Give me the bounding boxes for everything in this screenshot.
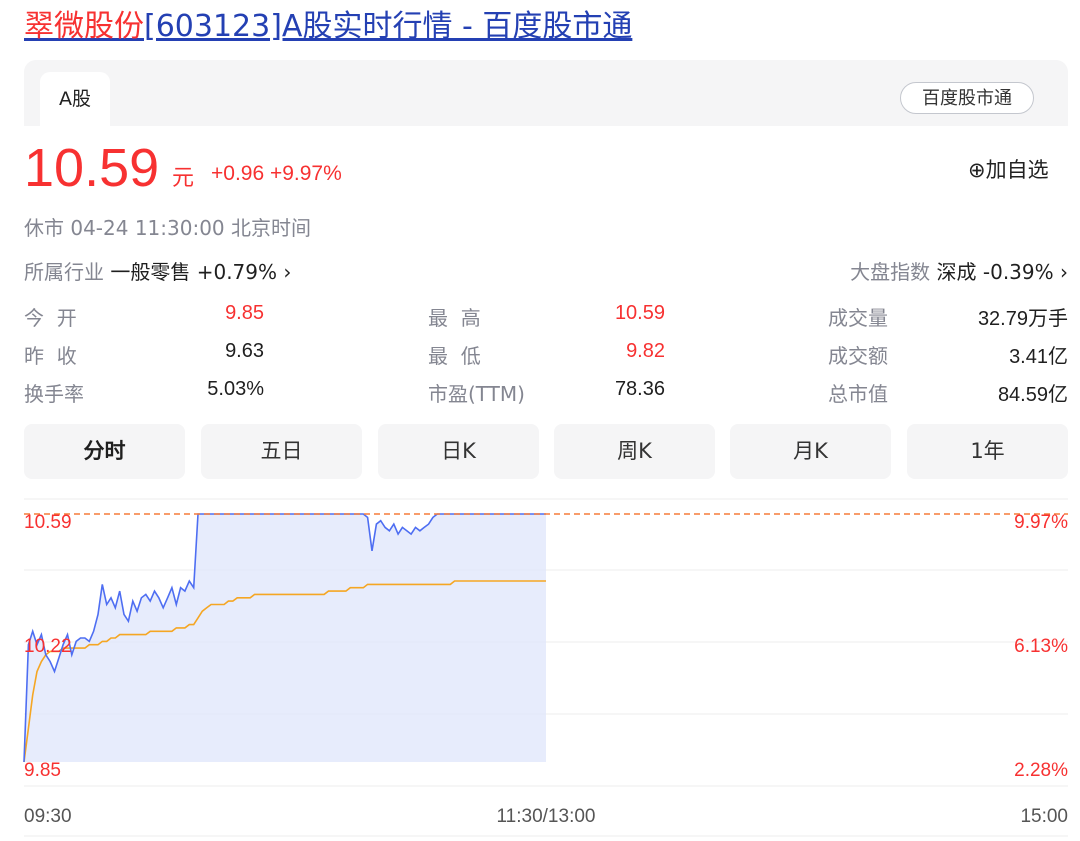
stat-label: 最 低 — [428, 344, 481, 368]
x-tick-label: 15:00 — [1020, 806, 1068, 827]
y-tick-label-right: 6.13% — [1014, 636, 1068, 657]
stat-label: 换手率 — [24, 382, 84, 406]
y-tick-label-right: 9.97% — [1014, 512, 1068, 533]
index-value[interactable]: 深成 -0.39% › — [937, 260, 1068, 284]
x-tick-label: 11:30/13:00 — [497, 806, 596, 827]
tab-weekly-k[interactable]: 周K — [554, 424, 715, 479]
stat-label: 今 开 — [24, 306, 77, 330]
source-badge[interactable]: 百度股市通 — [900, 82, 1034, 114]
intraday-chart[interactable]: 10.59 10.22 9.85 9.97% 6.13% 2.28% 09:30 11:30/… — [0, 490, 1080, 841]
current-price: 10.59 — [24, 138, 160, 198]
industry-link[interactable]: 所属行业 一般零售 +0.79% › — [24, 256, 291, 285]
stat-label: 成交额 — [828, 344, 888, 368]
price-unit: 元 — [172, 166, 195, 191]
stat-label: 最 高 — [428, 306, 481, 330]
stat-value: 9.85 — [225, 302, 264, 324]
tab-monthly-k[interactable]: 月K — [730, 424, 891, 479]
x-tick-label: 09:30 — [24, 806, 72, 827]
price-area — [24, 514, 546, 762]
title-rest[interactable]: [603123]A股实时行情 - 百度股市通 — [144, 9, 632, 44]
tab-a-share[interactable]: A股 — [40, 72, 110, 126]
add-watchlist-button[interactable]: ⊕加自选 — [968, 154, 1049, 184]
page-title[interactable]: 翠微股份[603123]A股实时行情 - 百度股市通 — [24, 8, 632, 46]
price-change: +0.96 +9.97% — [211, 162, 342, 185]
stat-value: 3.41亿 — [1009, 346, 1068, 368]
stat-value: 78.36 — [614, 378, 665, 400]
y-tick-label: 10.22 — [24, 636, 72, 657]
industry-label: 所属行业 — [24, 260, 104, 284]
stat-value: 32.79万手 — [977, 308, 1068, 330]
y-tick-label-right: 2.28% — [1014, 760, 1068, 781]
stat-value: 5.03% — [207, 378, 264, 400]
stat-label: 成交量 — [828, 306, 888, 330]
stat-value: 84.59亿 — [997, 384, 1068, 406]
stock-name[interactable]: 翠微股份 — [24, 9, 144, 44]
stat-label: 昨 收 — [24, 344, 77, 368]
stat-label: 市盈(TTM) — [428, 382, 525, 406]
stat-value: 10.59 — [614, 302, 665, 324]
tab-one-year[interactable]: 1年 — [907, 424, 1068, 479]
index-link[interactable]: 大盘指数 深成 -0.39% › — [850, 256, 1068, 285]
y-tick-label: 10.59 — [24, 512, 72, 533]
stat-value: 9.63 — [225, 340, 264, 362]
y-tick-label: 9.85 — [24, 760, 61, 781]
market-status: 休市 04-24 11:30:00 北京时间 — [24, 216, 312, 240]
stat-label: 总市值 — [828, 382, 888, 406]
tab-daily-k[interactable]: 日K — [378, 424, 539, 479]
tab-five-day[interactable]: 五日 — [201, 424, 362, 479]
stat-value: 9.82 — [626, 340, 665, 362]
industry-value[interactable]: 一般零售 +0.79% › — [110, 260, 291, 284]
index-label: 大盘指数 — [850, 260, 931, 284]
tab-intraday[interactable]: 分时 — [24, 424, 185, 479]
